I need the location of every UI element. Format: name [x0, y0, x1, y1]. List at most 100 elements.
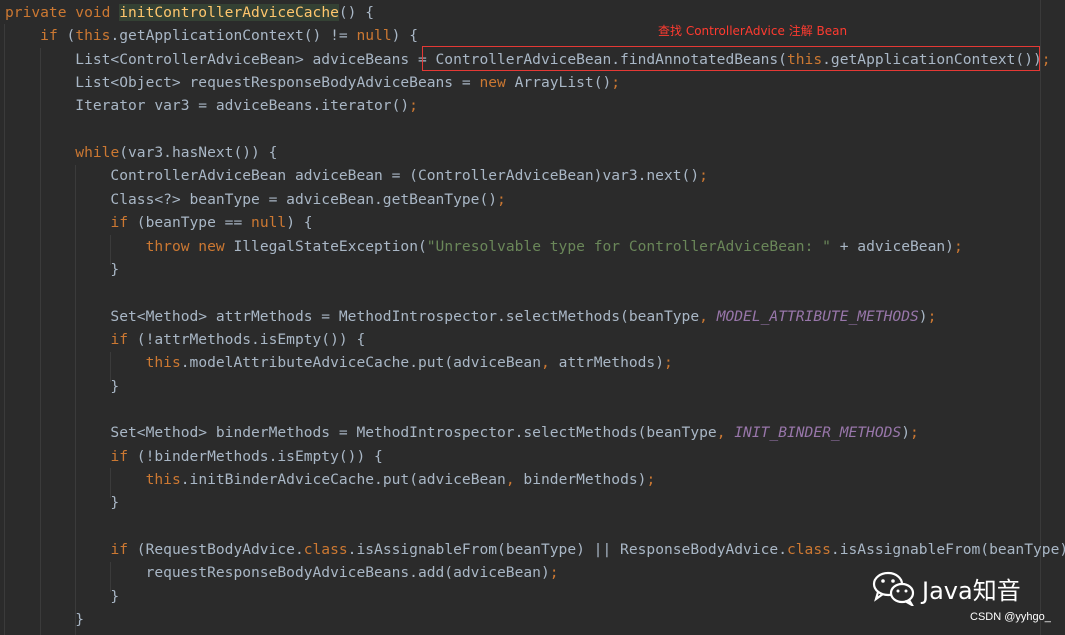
highlight-box [422, 46, 1040, 71]
code-line[interactable]: if (this.getApplicationContext() != null… [5, 24, 418, 47]
code-token: } [5, 494, 120, 512]
code-line[interactable]: ControllerAdviceBean adviceBean = (Contr… [5, 164, 708, 187]
code-line[interactable]: Class<?> beanType = adviceBean.getBeanTy… [5, 188, 506, 211]
code-token: ; [497, 190, 506, 208]
code-line[interactable]: } [5, 608, 84, 631]
code-token: (var3.hasNext()) { [119, 144, 278, 162]
code-token: attrMethods) [558, 354, 664, 372]
code-token: MODEL_ATTRIBUTE_METHODS [716, 307, 919, 325]
code-line[interactable]: } [5, 585, 119, 608]
code-token: ; [611, 74, 621, 92]
code-token: private [5, 4, 76, 21]
code-token: Iterator var3 = adviceBeans.iterator() [5, 97, 410, 115]
code-token: , [540, 354, 559, 372]
code-line[interactable]: if (!attrMethods.isEmpty()) { [5, 328, 365, 351]
code-token: ; [699, 167, 708, 185]
code-token: initControllerAdviceCache [119, 4, 339, 21]
wechat-icon [872, 571, 915, 606]
code-token: throw new [145, 237, 234, 255]
annotation-label: 查找 ControllerAdvice 注解 Bean [658, 24, 848, 38]
code-token: , [699, 307, 717, 325]
code-token: ; [549, 564, 559, 582]
code-token: Class<?> beanType = adviceBean.getBeanTy… [5, 190, 498, 208]
code-line[interactable]: this.modelAttributeAdviceCache.put(advic… [5, 351, 673, 374]
code-token: class [303, 541, 348, 559]
code-token: if [40, 27, 67, 45]
code-token: this [75, 27, 111, 45]
code-token: "Unresolvable type for ControllerAdviceB… [426, 237, 831, 255]
code-token: requestResponseBodyAdviceBeans.add(advic… [5, 564, 550, 582]
code-token: Set<Method> binderMethods = MethodIntros… [5, 424, 717, 442]
code-token: .getApplicationContext() != [110, 27, 357, 45]
code-line[interactable]: if (RequestBodyAdvice.class.isAssignable… [5, 538, 1065, 561]
code-token: IllegalStateException( [233, 237, 427, 255]
code-token: null [356, 27, 392, 45]
code-token: ; [409, 97, 418, 115]
code-line[interactable]: } [5, 491, 119, 514]
code-line[interactable]: requestResponseBodyAdviceBeans.add(advic… [5, 561, 559, 584]
code-token: List<Object> requestResponseBodyAdviceBe… [5, 74, 480, 92]
code-token: if [110, 214, 137, 232]
code-token: .modelAttributeAdviceCache.put(adviceBea… [180, 354, 541, 372]
code-token: ) [901, 424, 910, 442]
code-token: ; [1041, 50, 1051, 68]
code-token: + adviceBean) [830, 237, 954, 255]
code-token: this [145, 354, 181, 372]
code-token: ; [927, 307, 937, 325]
code-token: new [479, 74, 515, 92]
code-line[interactable]: if (!binderMethods.isEmpty()) { [5, 445, 383, 468]
code-token: ) { [286, 214, 313, 232]
code-line[interactable]: private void initControllerAdviceCache()… [5, 1, 374, 24]
code-token: .isAssignableFrom(beanType) || ResponseB… [347, 541, 787, 559]
code-token: , [716, 424, 735, 442]
code-token: ) { [391, 27, 418, 45]
code-line[interactable]: while(var3.hasNext()) { [5, 141, 277, 164]
code-token: (RequestBodyAdvice. [136, 541, 304, 559]
code-token: ControllerAdviceBean adviceBean = (Contr… [5, 167, 700, 185]
code-token: ArrayList() [514, 74, 612, 92]
code-token: Set<Method> attrMethods = MethodIntrospe… [5, 307, 700, 325]
code-token: if [110, 447, 137, 465]
code-line[interactable]: Set<Method> binderMethods = MethodIntros… [5, 421, 918, 444]
code-token: void [75, 4, 120, 21]
code-token: } [5, 611, 85, 629]
code-token: ; [953, 237, 963, 255]
code-token: this [145, 471, 181, 488]
code-token: ; [646, 471, 656, 488]
code-line[interactable]: Iterator var3 = adviceBeans.iterator(); [5, 94, 418, 117]
code-token: } [5, 377, 120, 395]
code-token: } [5, 260, 120, 278]
code-token: (!attrMethods.isEmpty()) { [136, 330, 366, 348]
code-token: if [110, 541, 137, 559]
code-line[interactable]: this.initBinderAdviceCache.put(adviceBea… [5, 468, 656, 491]
code-line[interactable]: } [5, 375, 119, 398]
code-token: binderMethods) [523, 471, 647, 488]
code-token: () { [338, 4, 375, 21]
code-token: ( [66, 27, 76, 45]
code-token: (!binderMethods.isEmpty()) { [136, 447, 383, 465]
watermark-logo: Java知音 [872, 570, 1021, 606]
code-line[interactable]: Set<Method> attrMethods = MethodIntrospe… [5, 305, 936, 328]
code-line[interactable]: } [5, 258, 119, 281]
code-token: while [75, 144, 120, 162]
code-token: , [505, 471, 524, 488]
code-line[interactable]: if (beanType == null) { [5, 211, 313, 234]
code-token: class [786, 541, 831, 559]
code-token: ) [918, 307, 928, 325]
code-token: if [110, 330, 137, 348]
code-token: .initBinderAdviceCache.put(adviceBean [180, 471, 506, 488]
watermark-credit: CSDN @yyhgo_ [970, 611, 1051, 623]
code-line[interactable]: List<Object> requestResponseBodyAdviceBe… [5, 71, 620, 94]
watermark-brand: Java知音 [922, 576, 1021, 605]
code-token: (beanType == [136, 214, 252, 232]
code-token: null [251, 214, 287, 232]
code-line[interactable]: throw new IllegalStateException("Unresol… [5, 235, 963, 258]
code-editor[interactable]: private void initControllerAdviceCache()… [0, 0, 1065, 635]
